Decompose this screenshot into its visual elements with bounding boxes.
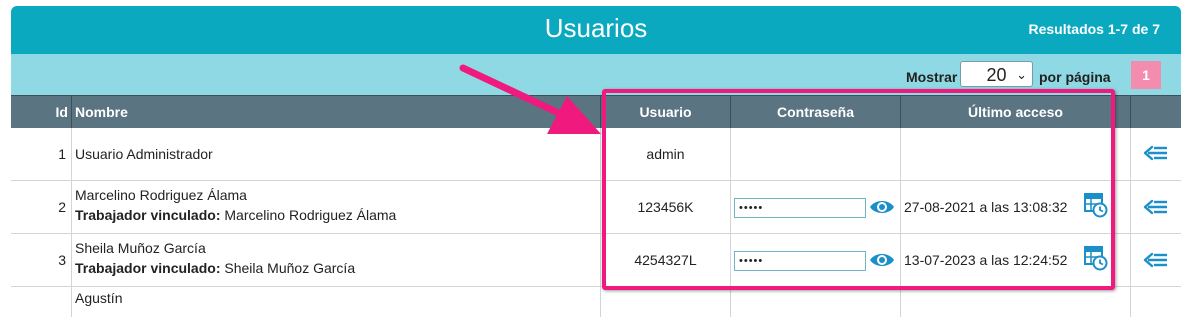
row-id: 3 [58, 252, 66, 268]
row-actions-cell [1130, 287, 1181, 317]
show-label: Mostrar [906, 69, 958, 85]
row-name: Usuario Administrador [75, 146, 213, 162]
row-name: Marcelino Rodriguez Álama [75, 187, 247, 203]
table-row: Agustín [11, 287, 1181, 317]
row-username-cell [600, 287, 730, 317]
column-header-actions [1130, 96, 1181, 128]
back-arrow-icon[interactable] [1143, 250, 1169, 270]
column-header-id[interactable]: Id [11, 96, 71, 128]
row-actions-cell [1130, 181, 1181, 233]
highlight-box [602, 89, 1115, 290]
page-size-select[interactable]: 20 ⌄ [960, 61, 1033, 87]
worker-label: Trabajador vinculado: [75, 260, 221, 276]
row-id: 2 [58, 199, 66, 215]
chevron-down-icon: ⌄ [1016, 67, 1027, 82]
row-name: Agustín [75, 290, 123, 306]
per-page-label: por página [1039, 69, 1111, 85]
row-name-cell: Marcelino Rodriguez Álama Trabajador vin… [71, 181, 600, 233]
row-id: 1 [58, 146, 66, 162]
page-button-1[interactable]: 1 [1131, 61, 1161, 89]
row-password-cell [730, 287, 900, 317]
page-title: Usuarios [544, 13, 648, 43]
page-size-value: 20 [986, 65, 1007, 85]
row-id [11, 287, 71, 317]
back-arrow-icon[interactable] [1143, 197, 1169, 217]
row-name-cell: Sheila Muñoz García Trabajador vinculado… [71, 234, 600, 286]
worker-label: Trabajador vinculado: [75, 207, 221, 223]
worker-name: Marcelino Rodriguez Álama [224, 207, 397, 223]
row-worker-line: Trabajador vinculado: Marcelino Rodrigue… [75, 207, 396, 223]
row-actions-cell [1130, 128, 1181, 180]
column-header-name[interactable]: Nombre [71, 96, 600, 128]
worker-name: Sheila Muñoz García [224, 260, 356, 276]
row-name-cell: Usuario Administrador [71, 128, 600, 180]
row-worker-line: Trabajador vinculado: Sheila Muñoz Garcí… [75, 260, 355, 276]
back-arrow-icon[interactable] [1143, 143, 1169, 163]
results-count: Resultados 1-7 de 7 [1028, 21, 1161, 37]
row-name-cell: Agustín [71, 287, 600, 317]
row-name: Sheila Muñoz García [75, 240, 206, 256]
row-last-access-cell [900, 287, 1130, 317]
row-actions-cell [1130, 234, 1181, 286]
title-bar: Usuarios Resultados 1-7 de 7 [11, 6, 1181, 54]
